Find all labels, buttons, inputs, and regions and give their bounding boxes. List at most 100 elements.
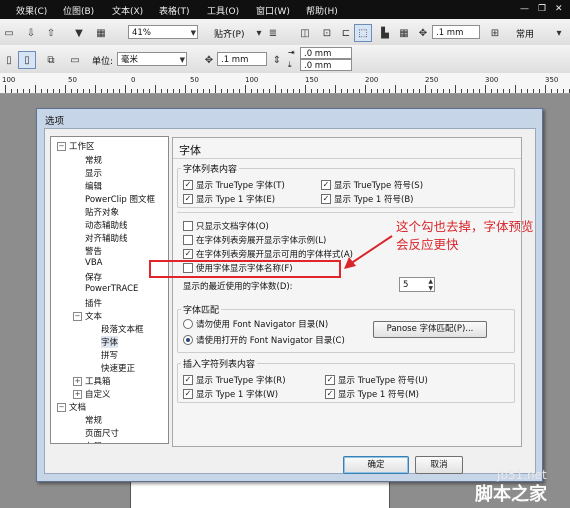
- current-page-icon[interactable]: ▭: [66, 51, 84, 69]
- collapse-icon[interactable]: −: [57, 403, 66, 412]
- lock-ratio-icon[interactable]: ⊡: [318, 24, 336, 42]
- tree-item-plugins[interactable]: 插件: [85, 297, 102, 309]
- page-icon[interactable]: ▭: [0, 24, 18, 42]
- ruler-tick: [353, 89, 354, 93]
- tree-item-vba[interactable]: VBA: [85, 258, 102, 268]
- no-font-navigator-radio[interactable]: 请勿使用 Font Navigator 目录(N): [183, 318, 328, 330]
- tree-item-normal[interactable]: 常规: [85, 154, 102, 166]
- tree-item-paragraph-frame[interactable]: 段落文本框: [101, 323, 144, 335]
- ruler-label: 100: [2, 76, 16, 84]
- tree-item-layout[interactable]: 布局: [85, 440, 102, 443]
- menu-help[interactable]: 帮助(H): [306, 4, 338, 17]
- nudge-field[interactable]: .1 mm: [217, 52, 267, 66]
- toolbar-dropdown-icon[interactable]: ▾: [550, 24, 568, 42]
- collapse-icon[interactable]: −: [73, 312, 82, 321]
- close-icon[interactable]: ✕: [555, 4, 563, 14]
- menu-table[interactable]: 表格(T): [159, 4, 190, 17]
- tree-item-dynamic-guides[interactable]: 动态辅助线: [85, 219, 128, 231]
- ruler-label: 150: [305, 76, 319, 84]
- recent-fonts-spinner[interactable]: 5 ▲ ▼: [399, 277, 435, 292]
- wireframe-icon[interactable]: ◫: [296, 24, 314, 42]
- nudge-distance-field[interactable]: .1 mm: [432, 25, 480, 39]
- ruler-tick: [341, 89, 342, 93]
- only-document-fonts-checkbox[interactable]: 只显示文档字体(O): [183, 220, 269, 232]
- ruler-tick: [95, 85, 96, 93]
- menu-bitmaps[interactable]: 位图(B): [63, 4, 94, 17]
- tree-item-quickcorrect[interactable]: 快速更正: [101, 362, 135, 374]
- all-pages-icon[interactable]: ⧉: [42, 51, 60, 69]
- panose-matching-button[interactable]: Panose 字体匹配(P)...: [373, 321, 487, 338]
- tree-item-customize[interactable]: 自定义: [85, 388, 111, 400]
- zoom-level-field[interactable]: 41% ▼: [128, 25, 198, 39]
- menu-bar: 效果(C) 位图(B) 文本(X) 表格(T) 工具(O) 窗口(W) 帮助(H…: [0, 0, 570, 19]
- menu-tools[interactable]: 工具(O): [207, 4, 239, 17]
- tree-item-save[interactable]: 保存: [85, 271, 102, 283]
- tree-item-doc-normal[interactable]: 常规: [85, 414, 102, 426]
- insert-type1-symbols-checkbox[interactable]: ✓ 显示 Type 1 符号(M): [325, 388, 419, 400]
- menu-effects[interactable]: 效果(C): [16, 4, 47, 17]
- snap-to-label[interactable]: 贴齐(P): [214, 27, 244, 40]
- export-icon[interactable]: ⇧: [42, 24, 60, 42]
- expand-icon[interactable]: +: [73, 377, 82, 386]
- show-font-styles-checkbox[interactable]: ✓ 在字体列表旁展开显示可用的字体样式(A): [183, 248, 353, 260]
- duplicate-y-field[interactable]: .0 mm: [300, 59, 352, 71]
- tree-item-workspace[interactable]: 工作区: [69, 140, 95, 152]
- show-type1-symbols-checkbox[interactable]: ✓ 显示 Type 1 符号(B): [321, 193, 414, 205]
- checkbox-checked-icon: ✓: [183, 389, 193, 399]
- insert-truetype-symbols-checkbox[interactable]: ✓ 显示 TrueType 符号(U): [325, 374, 428, 386]
- ruler-label: 350: [545, 76, 559, 84]
- ruler-tick: [293, 89, 294, 93]
- common-label[interactable]: 常用: [516, 27, 534, 40]
- tree-item-alignment-guides[interactable]: 对齐辅助线: [85, 232, 128, 244]
- tree-item-document[interactable]: 文档: [69, 401, 86, 413]
- insert-truetype-fonts-checkbox[interactable]: ✓ 显示 TrueType 字体(R): [183, 374, 286, 386]
- horizontal-ruler[interactable]: 100 50 0 50 100 150 200 250 300 350: [0, 73, 570, 94]
- tree-item-display[interactable]: 显示: [85, 167, 102, 179]
- ok-button[interactable]: 确定: [343, 456, 409, 474]
- divider: [177, 212, 513, 213]
- tree-item-text[interactable]: 文本: [85, 310, 102, 322]
- tree-item-snap[interactable]: 贴齐对象: [85, 206, 119, 218]
- ruler-tick: [449, 89, 450, 93]
- ruler-tick: [23, 89, 24, 93]
- spinner-arrows-icon[interactable]: ▲ ▼: [428, 278, 433, 292]
- show-font-sample-checkbox[interactable]: 在字体列表旁展开显示字体示例(L): [183, 234, 326, 246]
- grid-icon[interactable]: ▦: [395, 24, 413, 42]
- collapse-icon[interactable]: −: [57, 142, 66, 151]
- show-truetype-fonts-checkbox[interactable]: ✓ 显示 TrueType 字体(T): [183, 179, 285, 191]
- ruler-tick: [215, 85, 216, 93]
- menu-text[interactable]: 文本(X): [112, 4, 143, 17]
- guidelines-icon[interactable]: ≣: [264, 24, 282, 42]
- tree-item-page-size[interactable]: 页面尺寸: [85, 427, 119, 439]
- import-icon[interactable]: ⇩: [22, 24, 40, 42]
- tree-item-powerclip[interactable]: PowerClip 图文框: [85, 193, 155, 205]
- restore-icon[interactable]: ❐: [538, 4, 546, 14]
- tree-item-font[interactable]: 字体: [101, 336, 119, 348]
- page-orientation-icon[interactable]: ▯: [0, 51, 18, 69]
- tree-item-edit[interactable]: 编辑: [85, 180, 102, 192]
- duplicate-x-field[interactable]: .0 mm: [300, 47, 352, 59]
- histogram-icon[interactable]: ▙: [376, 24, 394, 42]
- insert-type1-fonts-checkbox[interactable]: ✓ 显示 Type 1 字体(W): [183, 388, 278, 400]
- chevron-down-icon: ▼: [190, 29, 196, 37]
- cancel-button[interactable]: 取消: [415, 456, 463, 474]
- tree-item-toolbox[interactable]: 工具箱: [85, 375, 111, 387]
- tree-item-powertrace[interactable]: PowerTRACE: [85, 284, 138, 294]
- use-font-navigator-radio[interactable]: 请使用打开的 Font Navigator 目录(C): [183, 334, 345, 346]
- show-truetype-symbols-checkbox[interactable]: ✓ 显示 TrueType 符号(S): [321, 179, 423, 191]
- spin-icon[interactable]: ⇕: [268, 51, 286, 69]
- expand-icon[interactable]: +: [73, 390, 82, 399]
- app-launcher-icon[interactable]: ▦: [92, 24, 110, 42]
- unit-select[interactable]: 毫米 ▼: [117, 52, 187, 66]
- portrait-icon[interactable]: ▯: [18, 51, 36, 69]
- show-type1-fonts-checkbox[interactable]: ✓ 显示 Type 1 字体(E): [183, 193, 275, 205]
- publish-icon[interactable]: ▼: [70, 24, 88, 42]
- select-tool-icon[interactable]: ⬚: [354, 24, 372, 42]
- menu-window[interactable]: 窗口(W): [256, 4, 290, 17]
- tree-item-warnings[interactable]: 警告: [85, 245, 102, 257]
- ruler-tick: [491, 89, 492, 93]
- options-icon[interactable]: ⊞: [486, 24, 504, 42]
- align-left-icon[interactable]: ⊏: [337, 24, 355, 42]
- minimize-icon[interactable]: —: [520, 4, 529, 14]
- tree-item-spelling[interactable]: 拼写: [101, 349, 118, 361]
